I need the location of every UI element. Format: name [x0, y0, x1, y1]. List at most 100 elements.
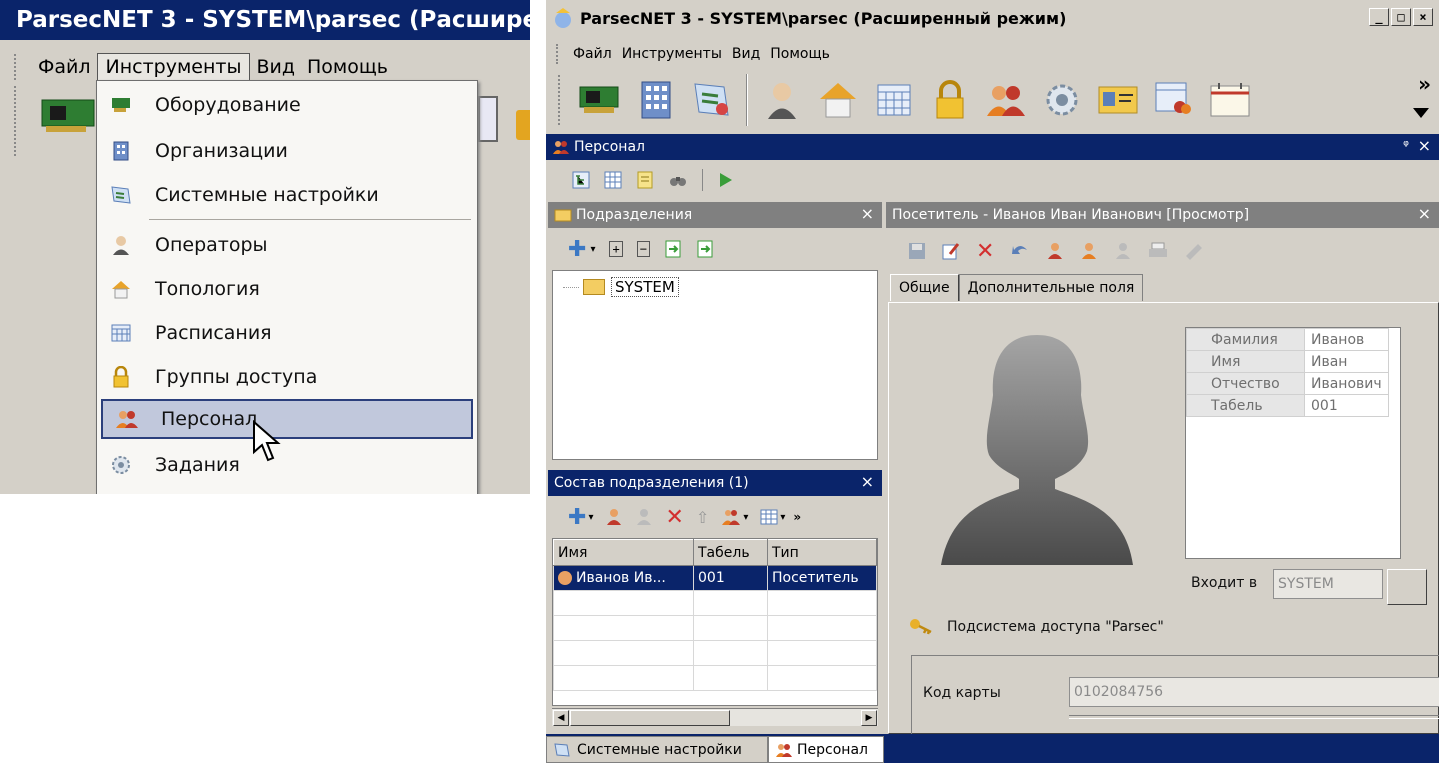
chevron-down-icon[interactable]: ▾	[590, 244, 595, 255]
schedule-people-icon[interactable]	[1151, 77, 1197, 123]
menu-help[interactable]: Помощь	[301, 54, 394, 80]
tree-node-system[interactable]: SYSTEM	[583, 277, 679, 297]
building-icon[interactable]	[633, 77, 679, 123]
menu-item-operators[interactable]: Операторы	[97, 225, 477, 265]
tab-extra-fields[interactable]: Дополнительные поля	[958, 274, 1144, 301]
scroll-thumb[interactable]	[570, 710, 730, 726]
table-row[interactable]: Иванов Ив... 001 Посетитель	[553, 565, 877, 591]
personnel-icon[interactable]	[983, 77, 1029, 123]
run-icon[interactable]	[717, 171, 735, 189]
menu-file[interactable]: Файл	[568, 46, 617, 62]
bottom-tab-personnel[interactable]: Персонал	[768, 736, 884, 763]
person-add-icon[interactable]	[1080, 242, 1098, 260]
toolbar-grip[interactable]	[14, 86, 18, 156]
lock-icon	[109, 365, 133, 389]
menu-view[interactable]: Вид	[250, 54, 301, 80]
network-card-icon[interactable]	[577, 77, 623, 123]
collapse-icon[interactable]: −	[636, 241, 650, 257]
print-icon[interactable]	[1148, 242, 1168, 260]
overflow-icon[interactable]: »	[793, 510, 801, 524]
zoomed-menu-view: ParsecNET 3 - SYSTEM\parsec (Расширенный…	[0, 0, 530, 494]
scroll-left-button[interactable]: ◀	[553, 710, 569, 726]
maximize-button[interactable]: □	[1391, 8, 1411, 26]
menu-item-topology[interactable]: Топология	[97, 269, 477, 309]
delete-icon[interactable]: ✕	[665, 505, 683, 530]
parsec-window: ParsecNET 3 - SYSTEM\parsec (Расширенный…	[546, 0, 1439, 763]
table-row	[553, 640, 877, 666]
building-icon	[109, 139, 133, 163]
house-icon[interactable]	[815, 77, 861, 123]
column-header-tab[interactable]: Табель	[693, 539, 768, 566]
tab-general[interactable]: Общие	[890, 274, 959, 301]
scroll-right-button[interactable]: ▶	[861, 710, 877, 726]
calendar-blank-icon[interactable]	[1207, 77, 1253, 123]
menu-view[interactable]: Вид	[727, 46, 765, 62]
notes-icon[interactable]	[636, 171, 654, 189]
minimize-button[interactable]: _	[1369, 8, 1389, 26]
lock-icon[interactable]	[927, 77, 973, 123]
save-icon[interactable]	[908, 242, 926, 260]
person-disabled-icon[interactable]	[1114, 242, 1132, 260]
menu-item-access-groups[interactable]: Группы доступа	[97, 357, 477, 397]
grid-view-icon[interactable]	[604, 171, 622, 189]
close-icon[interactable]: ×	[1418, 136, 1431, 155]
chevron-down-icon[interactable]: ▾	[780, 512, 785, 523]
member-of-browse-button[interactable]	[1387, 569, 1427, 605]
delete-icon[interactable]: ✕	[976, 239, 994, 264]
close-icon[interactable]: ×	[861, 472, 874, 491]
id-card-icon[interactable]	[1095, 77, 1141, 123]
menu-item-system-settings[interactable]: Системные настройки	[97, 175, 477, 215]
person-edit-icon[interactable]	[1046, 242, 1064, 260]
operator-icon[interactable]	[759, 77, 805, 123]
chevron-down-icon[interactable]: ▾	[588, 512, 593, 523]
menu-item-organizations[interactable]: Организации	[97, 131, 477, 171]
bottom-tab-system-settings[interactable]: Системные настройки	[546, 736, 768, 763]
tree-view-icon[interactable]	[572, 171, 590, 189]
menu-tools[interactable]: Инструменты	[617, 46, 727, 62]
menu-tools[interactable]: Инструменты	[96, 53, 251, 81]
network-card-icon[interactable]	[40, 96, 98, 136]
person-edit-icon[interactable]	[605, 508, 623, 526]
expand-icon[interactable]: +	[609, 241, 623, 257]
chevron-down-icon[interactable]	[1413, 108, 1429, 118]
menu-file[interactable]: Файл	[32, 54, 97, 80]
up-arrow-icon[interactable]: ⇧	[696, 508, 709, 527]
calendar-icon[interactable]	[871, 77, 917, 123]
binoculars-icon[interactable]	[668, 171, 688, 189]
menubar-grip[interactable]	[556, 44, 560, 64]
menu-item-tasks[interactable]: Задания	[97, 445, 477, 485]
menu-item-personnel[interactable]: Персонал	[101, 399, 473, 439]
edit-icon[interactable]	[942, 242, 960, 260]
gear-clock-icon[interactable]	[1039, 77, 1085, 123]
import-icon[interactable]	[664, 240, 682, 258]
system-settings-icon[interactable]	[689, 77, 735, 123]
undo-icon[interactable]	[1010, 242, 1030, 260]
person-disabled-icon[interactable]	[635, 508, 653, 526]
horizontal-scrollbar[interactable]: ◀ ▶	[552, 708, 878, 726]
member-of-field[interactable]: SYSTEM	[1273, 569, 1383, 599]
departments-tree[interactable]: SYSTEM	[552, 270, 878, 460]
menubar-grip[interactable]	[14, 54, 20, 80]
card-reader-icon[interactable]	[1184, 242, 1204, 260]
pin-icon[interactable]: ᵠ	[1403, 138, 1409, 154]
menu-help[interactable]: Помощь	[765, 46, 835, 62]
personnel-icon	[776, 743, 792, 757]
visitor-info-table: Фамилия Иванов Имя Иван Отчество Иванович Т…	[1185, 327, 1401, 559]
export-icon[interactable]	[696, 240, 714, 258]
personnel-icon[interactable]	[721, 508, 741, 526]
column-header-type[interactable]: Тип	[767, 539, 877, 566]
toolbar-grip[interactable]	[558, 75, 562, 125]
add-icon[interactable]: ✚	[568, 237, 586, 262]
menu-item-equipment[interactable]: Оборудование	[97, 85, 477, 125]
toolbar-overflow-button[interactable]: »	[1418, 72, 1431, 96]
grid-view-icon[interactable]	[760, 509, 778, 525]
close-icon[interactable]: ×	[861, 204, 874, 223]
close-button[interactable]: ×	[1413, 8, 1433, 26]
column-header-name[interactable]: Имя	[553, 539, 694, 566]
chevron-down-icon[interactable]: ▾	[743, 512, 748, 523]
card-code-field[interactable]: 0102084756	[1069, 677, 1439, 707]
calendar-icon	[109, 321, 133, 345]
menu-item-schedules[interactable]: Расписания	[97, 313, 477, 353]
add-icon[interactable]: ✚	[568, 505, 586, 530]
close-icon[interactable]: ×	[1418, 204, 1431, 223]
